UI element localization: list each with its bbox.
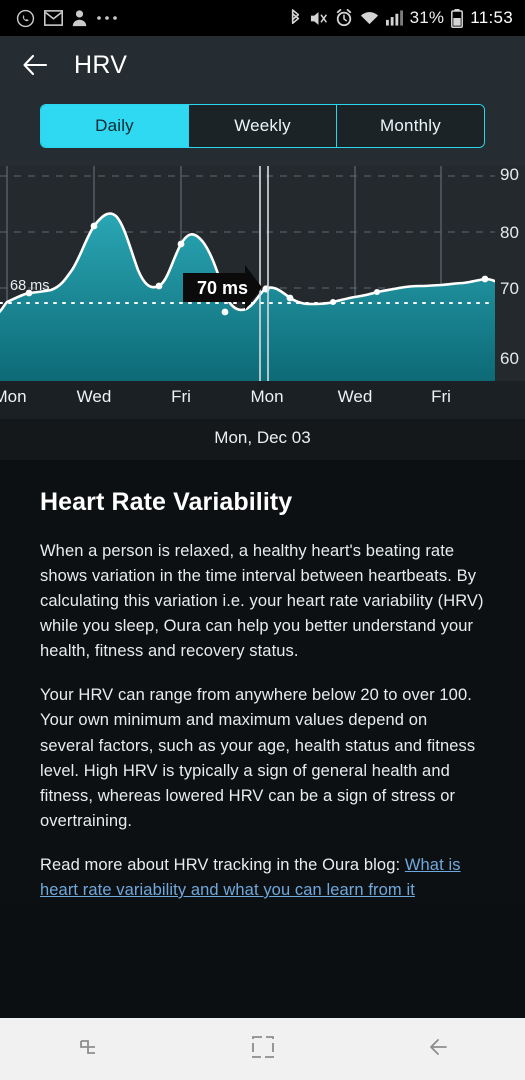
x-tick-0: Mon <box>0 387 27 406</box>
x-tick-4: Wed <box>337 387 373 406</box>
article-title: Heart Rate Variability <box>40 488 293 516</box>
home-button[interactable] <box>175 1034 350 1065</box>
x-tick-2: Fri <box>171 387 191 406</box>
article-section: Heart Rate Variability When a person is … <box>0 460 525 904</box>
article-paragraph-3: Read more about HRV tracking in the Oura… <box>40 853 485 903</box>
y-tick-80: 80 <box>500 223 519 242</box>
app-bar: HRV <box>0 36 525 94</box>
alarm-icon <box>335 9 353 27</box>
back-arrow-icon[interactable] <box>22 52 48 78</box>
hrv-chart-svg: 90 80 70 60 68 ms 70 ms <box>0 166 519 381</box>
chart-date-caption: Mon, Dec 03 <box>0 419 525 460</box>
x-tick-5: Fri <box>431 387 451 406</box>
chart-x-axis: Mon Wed Fri Mon Wed Fri <box>0 381 525 419</box>
status-bar-left <box>16 9 118 28</box>
home-icon <box>250 1034 276 1065</box>
signal-icon <box>385 10 403 26</box>
tab-daily[interactable]: Daily <box>41 105 188 147</box>
y-tick-90: 90 <box>500 166 519 184</box>
whatsapp-icon <box>16 9 35 28</box>
tab-weekly[interactable]: Weekly <box>188 105 336 147</box>
chart-y-axis-labels: 90 80 70 60 <box>500 166 519 368</box>
article-link-prefix: Read more about HRV tracking in the Oura… <box>40 855 405 874</box>
recents-icon <box>74 1033 102 1066</box>
system-navigation-bar <box>0 1018 525 1080</box>
page-title: HRV <box>74 50 128 79</box>
more-icon <box>96 15 118 21</box>
mute-icon <box>309 10 328 27</box>
status-bar-right: 31% 11:53 <box>289 8 513 28</box>
wifi-icon <box>360 10 379 26</box>
baseline-label: 68 ms <box>10 278 50 294</box>
tab-monthly[interactable]: Monthly <box>336 105 484 147</box>
y-tick-70: 70 <box>500 279 519 298</box>
back-button[interactable] <box>350 1033 525 1066</box>
tooltip-value: 70 ms <box>197 278 248 298</box>
battery-percent: 31% <box>409 8 445 27</box>
chart-series-hrv <box>0 166 495 381</box>
phone-screen: 31% 11:53 HRV Daily Weekly Monthly 90 80… <box>0 0 525 1080</box>
recents-button[interactable] <box>0 1033 175 1066</box>
period-selector: Daily Weekly Monthly <box>0 94 525 166</box>
x-tick-3: Mon <box>250 387 284 406</box>
y-tick-60: 60 <box>500 349 519 368</box>
status-bar: 31% 11:53 <box>0 0 525 36</box>
hrv-chart[interactable]: 90 80 70 60 68 ms 70 ms <box>0 166 525 381</box>
contact-icon <box>72 9 87 27</box>
chart-area-fill <box>0 213 495 381</box>
article-paragraph-1: When a person is relaxed, a healthy hear… <box>40 542 484 661</box>
x-tick-1: Wed <box>76 387 112 406</box>
clock: 11:53 <box>470 8 513 27</box>
nav-back-icon <box>424 1033 452 1066</box>
gmail-icon <box>44 10 63 26</box>
battery-icon <box>451 8 464 28</box>
article-paragraph-2: Your HRV can range from anywhere below 2… <box>40 686 476 830</box>
bluetooth-icon <box>289 8 302 28</box>
